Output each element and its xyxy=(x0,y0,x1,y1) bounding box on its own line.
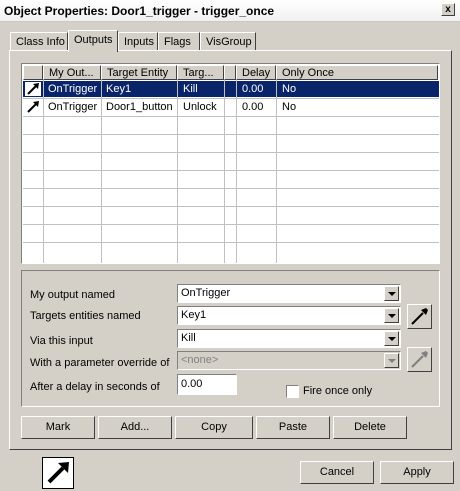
delete-button[interactable]: Delete xyxy=(333,416,407,439)
param-label: With a parameter override of xyxy=(30,357,170,369)
grid-line xyxy=(23,116,439,117)
input-combo[interactable]: Kill xyxy=(177,329,401,348)
targets-combo[interactable]: Key1 xyxy=(177,306,401,325)
grid-line xyxy=(23,206,439,207)
chevron-down-icon[interactable] xyxy=(384,308,399,323)
delay-input[interactable]: 0.00 xyxy=(177,374,237,395)
grid-line xyxy=(23,242,439,243)
close-button[interactable]: x xyxy=(441,3,455,16)
output-arrow-icon xyxy=(27,101,39,113)
delay-label: After a delay in seconds of xyxy=(30,381,160,393)
grid-line xyxy=(177,80,178,263)
fire-once-label: Fire once only xyxy=(303,385,373,397)
grid-line xyxy=(23,224,439,225)
tab-visgroup[interactable]: VisGroup xyxy=(200,32,256,52)
table-row[interactable]: OnTrigger Door1_button Unlock 0.00 No xyxy=(23,99,439,115)
output-label: My output named xyxy=(30,289,115,301)
column-header-output[interactable]: My Out... xyxy=(43,65,101,80)
tab-inputs[interactable]: Inputs xyxy=(118,32,158,52)
cell-only-once: No xyxy=(282,83,297,95)
cell-delay: 0.00 xyxy=(242,83,264,95)
outputs-list[interactable]: My Out... Target Entity Targ... Delay On… xyxy=(21,63,440,264)
grid-line xyxy=(23,152,439,153)
mark-button[interactable]: Mark xyxy=(21,416,95,439)
tab-outputs[interactable]: Outputs xyxy=(68,30,118,52)
apply-button[interactable]: Apply xyxy=(380,461,454,484)
paste-button[interactable]: Paste xyxy=(256,416,330,439)
output-arrow-icon xyxy=(25,82,41,96)
column-header-icon[interactable] xyxy=(23,65,43,80)
pick-target-button[interactable] xyxy=(407,304,432,329)
grid-line xyxy=(43,80,44,263)
column-header-delay[interactable]: Delay xyxy=(236,65,276,80)
chevron-down-icon[interactable] xyxy=(384,331,399,346)
column-header-input[interactable]: Targ... xyxy=(177,65,224,80)
table-row[interactable]: OnTrigger Key1 Kill 0.00 No xyxy=(23,81,439,97)
chevron-down-icon xyxy=(384,353,399,368)
grid-line xyxy=(101,80,102,263)
grid-line xyxy=(23,98,439,99)
fire-once-checkbox[interactable] xyxy=(286,385,299,398)
column-header-target[interactable]: Target Entity xyxy=(101,65,177,80)
cell-target: Key1 xyxy=(106,83,132,95)
grid-line xyxy=(23,188,439,189)
cell-delay: 0.00 xyxy=(242,101,264,113)
add-button[interactable]: Add... xyxy=(98,416,172,439)
cell-input: Kill xyxy=(183,83,198,95)
grid-line xyxy=(23,134,439,135)
tab-flags[interactable]: Flags xyxy=(158,32,200,52)
cell-output: OnTrigger xyxy=(48,101,98,113)
output-arrow-icon xyxy=(42,457,74,489)
grid-line xyxy=(23,170,439,171)
eyedropper-icon xyxy=(411,308,428,325)
title-bar: Object Properties: Door1_trigger - trigg… xyxy=(0,0,460,22)
pick-param-button xyxy=(407,347,432,372)
cell-only-once: No xyxy=(282,101,297,113)
cancel-button[interactable]: Cancel xyxy=(300,461,374,484)
grid-line xyxy=(224,80,225,263)
copy-button[interactable]: Copy xyxy=(175,416,253,439)
cell-input: Unlock xyxy=(183,101,217,113)
input-label: Via this input xyxy=(30,335,93,347)
close-icon: x xyxy=(445,4,451,15)
targets-label: Targets entities named xyxy=(30,310,141,322)
param-combo: <none> xyxy=(177,351,401,370)
column-header-only-once[interactable]: Only Once xyxy=(276,65,438,80)
chevron-down-icon[interactable] xyxy=(384,286,399,301)
tab-class-info[interactable]: Class Info xyxy=(10,32,68,52)
cell-target: Door1_button xyxy=(106,101,173,113)
column-header-param[interactable] xyxy=(224,65,236,80)
output-combo[interactable]: OnTrigger xyxy=(177,284,401,303)
grid-line xyxy=(276,80,277,263)
eyedropper-icon xyxy=(411,351,428,368)
cell-output: OnTrigger xyxy=(48,83,98,95)
grid-line xyxy=(236,80,237,263)
window-title: Object Properties: Door1_trigger - trigg… xyxy=(4,4,275,18)
